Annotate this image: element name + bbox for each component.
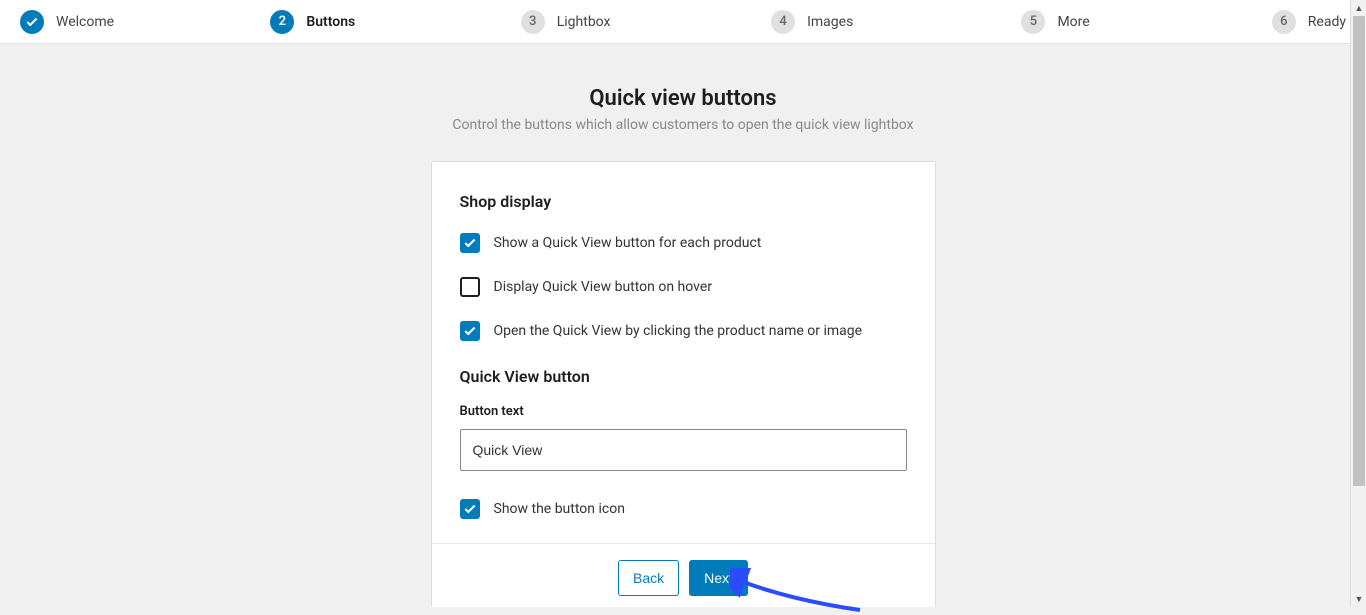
checkbox-icon[interactable] xyxy=(460,499,480,519)
checkbox-label: Open the Quick View by clicking the prod… xyxy=(494,323,863,339)
step-label: More xyxy=(1057,14,1089,30)
back-button[interactable]: Back xyxy=(618,560,679,596)
option-open-on-click[interactable]: Open the Quick View by clicking the prod… xyxy=(460,321,907,341)
wizard-stepper: Welcome 2 Buttons 3 Lightbox 4 Images 5 … xyxy=(0,0,1366,44)
checkbox-label: Show the button icon xyxy=(494,501,625,517)
checkbox-icon[interactable] xyxy=(460,233,480,253)
step-label: Images xyxy=(807,14,853,30)
checkbox-icon[interactable] xyxy=(460,277,480,297)
step-label: Buttons xyxy=(306,14,355,30)
next-button[interactable]: Next xyxy=(689,560,748,596)
checkbox-label: Display Quick View button on hover xyxy=(494,279,713,295)
scroll-down-arrow-icon[interactable]: ▼ xyxy=(1351,591,1366,607)
card-footer: Back Next xyxy=(432,543,935,607)
page-title: Quick view buttons xyxy=(0,86,1366,111)
step-number: 4 xyxy=(771,10,795,34)
step-number: 6 xyxy=(1272,10,1296,34)
checkbox-label: Show a Quick View button for each produc… xyxy=(494,235,762,251)
check-icon xyxy=(20,10,44,34)
checkbox-icon[interactable] xyxy=(460,321,480,341)
settings-card: Shop display Show a Quick View button fo… xyxy=(431,161,936,607)
step-number: 2 xyxy=(270,10,294,34)
section-heading-quick-view-button: Quick View button xyxy=(460,367,907,386)
step-welcome[interactable]: Welcome xyxy=(20,10,270,34)
step-ready[interactable]: 6 Ready xyxy=(1272,10,1346,34)
scrollbar-track[interactable] xyxy=(1351,16,1366,591)
button-text-input[interactable] xyxy=(460,429,907,471)
page-header: Quick view buttons Control the buttons w… xyxy=(0,86,1366,133)
section-heading-shop-display: Shop display xyxy=(460,192,907,211)
option-show-quick-view[interactable]: Show a Quick View button for each produc… xyxy=(460,233,907,253)
page-subtitle: Control the buttons which allow customer… xyxy=(0,117,1366,133)
step-number: 3 xyxy=(521,10,545,34)
scroll-up-arrow-icon[interactable]: ▲ xyxy=(1351,0,1366,16)
scrollbar-thumb[interactable] xyxy=(1353,16,1365,486)
step-buttons[interactable]: 2 Buttons xyxy=(270,10,520,34)
step-label: Ready xyxy=(1308,14,1346,30)
vertical-scrollbar[interactable]: ▲ ▼ xyxy=(1350,0,1366,607)
step-label: Welcome xyxy=(56,14,114,30)
step-label: Lightbox xyxy=(557,14,611,30)
button-text-label: Button text xyxy=(460,404,907,419)
option-display-on-hover[interactable]: Display Quick View button on hover xyxy=(460,277,907,297)
option-show-button-icon[interactable]: Show the button icon xyxy=(460,499,907,519)
step-images[interactable]: 4 Images xyxy=(771,10,1021,34)
step-lightbox[interactable]: 3 Lightbox xyxy=(521,10,771,34)
step-more[interactable]: 5 More xyxy=(1021,10,1271,34)
step-number: 5 xyxy=(1021,10,1045,34)
content-area: Quick view buttons Control the buttons w… xyxy=(0,44,1366,607)
